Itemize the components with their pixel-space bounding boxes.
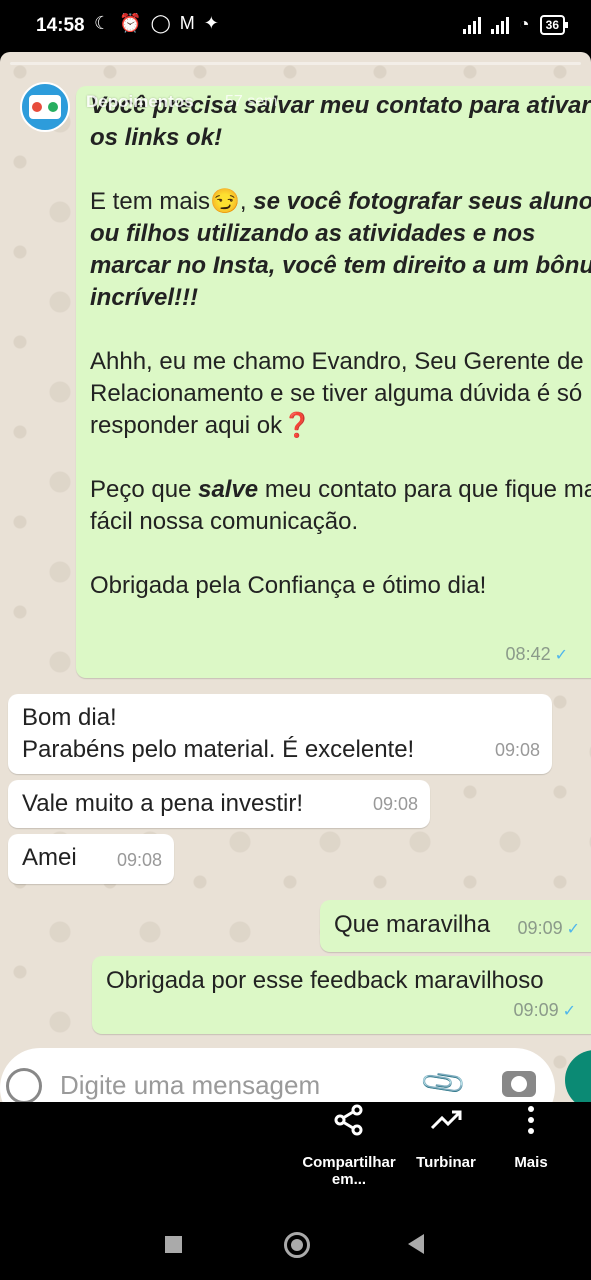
message-text: Você precisa salvar meu contato para ati…: [76, 86, 591, 602]
recents-button[interactable]: [165, 1236, 182, 1253]
wifi-icon: ◔: [518, 14, 530, 34]
system-navigation-bar: [0, 1212, 591, 1280]
message-bubble-outgoing: Obrigada por esse feedback maravilhoso 0…: [92, 956, 591, 1034]
more-label: Mais: [514, 1154, 548, 1171]
story-actions: Compartilhar em... Turbinar Mais: [0, 1102, 591, 1212]
attach-icon[interactable]: 📎: [418, 1058, 469, 1102]
message-line: Bom dia!: [22, 704, 117, 731]
message-time: 09:08: [372, 794, 418, 814]
gmail-icon: M: [179, 13, 195, 33]
message-line: Parabéns pelo material. É excelente!: [22, 736, 415, 763]
message-bubble-outgoing: Que maravilha 09:09 ✓: [320, 900, 591, 952]
message-bubble-incoming: Vale muito a pena investir! 09:08: [8, 780, 430, 828]
story-title: Depoimentos: [86, 92, 194, 111]
trending-up-icon: [430, 1110, 462, 1130]
message-time: 09:08: [116, 850, 162, 870]
home-button[interactable]: [284, 1232, 310, 1258]
sparkle-icon: ✦: [203, 13, 219, 33]
message-input-bar[interactable]: Digite uma mensagem 📎: [0, 1048, 555, 1102]
share-button[interactable]: Compartilhar em...: [298, 1102, 400, 1188]
message-time: 09:09 ✓: [517, 918, 580, 938]
share-label: Compartilhar em...: [302, 1154, 396, 1188]
boost-label: Turbinar: [416, 1154, 476, 1171]
message-bubble-incoming: Bom dia! Parabéns pelo material. É excel…: [8, 694, 552, 774]
story-age: 57 sem: [225, 93, 278, 110]
message-line: Obrigada por esse feedback maravilhoso: [106, 967, 544, 994]
avatar[interactable]: [20, 82, 70, 132]
more-vert-icon: [528, 1106, 534, 1134]
message-paragraph: Ahhh, eu me chamo Evandro, Seu Gerente d…: [90, 346, 591, 442]
read-tick-icon: ✓: [562, 1003, 576, 1020]
message-text-run: E tem mais😏,: [90, 188, 254, 215]
message-time: 09:09 ✓: [513, 1000, 576, 1020]
status-bar: 14:58 ☾ ⏰ ◯ M ✦ ◔ 36: [0, 0, 591, 52]
message-input[interactable]: Digite uma mensagem: [60, 1070, 320, 1101]
back-button[interactable]: [408, 1234, 424, 1254]
story-screenshot[interactable]: Você precisa salvar meu contato para ati…: [0, 52, 591, 1102]
alarm-icon: ⏰: [119, 13, 142, 33]
signal-icon: [462, 16, 481, 34]
whatsapp-icon: ◯: [150, 13, 171, 33]
message-paragraph: Peço que salve meu contato para que fiqu…: [90, 474, 591, 538]
signal-icon-2: [490, 16, 509, 34]
read-tick-icon: ✓: [554, 647, 568, 664]
message-time: 08:42 ✓: [505, 644, 568, 664]
moon-icon: ☾: [94, 13, 111, 33]
message-bubble-outgoing: Você precisa salvar meu contato para ati…: [76, 86, 591, 678]
message-paragraph: E tem mais😏, se você fotografar seus alu…: [90, 186, 591, 314]
battery-icon: 36: [539, 14, 569, 35]
message-text-run: Ahhh, eu me chamo Evandro, Seu Gerente d…: [90, 348, 584, 439]
story-progress-bar: [10, 62, 581, 65]
read-tick-icon: ✓: [566, 921, 580, 938]
message-bubble-incoming: Amei 09:08: [8, 834, 174, 884]
message-text-run: salve: [198, 476, 259, 503]
share-icon: [334, 1104, 363, 1136]
message-time: 09:08: [494, 740, 540, 760]
message-paragraph: Obrigada pela Confiança e ótimo dia!: [90, 570, 591, 602]
clock: 14:58: [36, 15, 85, 36]
boost-button[interactable]: Turbinar: [410, 1102, 482, 1171]
camera-icon[interactable]: [502, 1071, 536, 1097]
message-line: Vale muito a pena investir!: [22, 790, 304, 817]
message-text-run: Peço que: [90, 476, 199, 503]
more-button[interactable]: Mais: [506, 1102, 556, 1171]
emoji-icon[interactable]: [6, 1068, 42, 1102]
mic-button[interactable]: [565, 1050, 591, 1102]
system-icons: ◔ 36: [462, 14, 569, 35]
notification-icons: ☾ ⏰ ◯ M ✦: [94, 13, 219, 34]
message-text-run: Obrigada pela Confiança e ótimo dia!: [90, 572, 487, 599]
